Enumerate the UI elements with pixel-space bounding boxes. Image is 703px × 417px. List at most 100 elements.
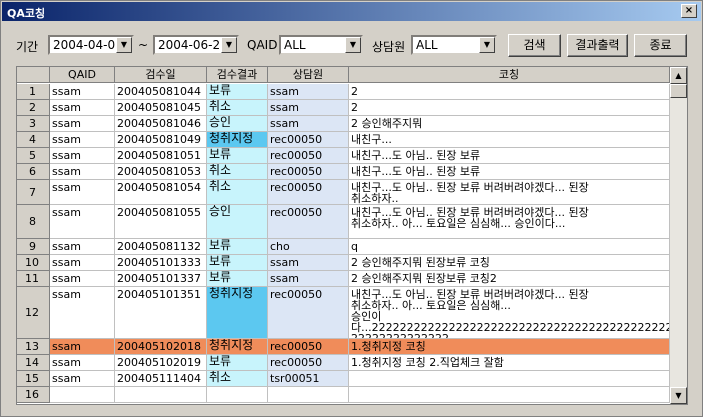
- cell-agent[interactable]: ssam: [268, 84, 349, 100]
- cell-date[interactable]: 200405101337: [115, 271, 207, 287]
- cell-result[interactable]: 승인: [207, 116, 268, 132]
- cell-result[interactable]: [207, 387, 268, 403]
- cell-date[interactable]: 200405081055: [115, 205, 207, 239]
- cell-result[interactable]: 청취지정: [207, 339, 268, 355]
- cell-agent[interactable]: rec00050: [268, 355, 349, 371]
- cell-qaid[interactable]: ssam: [50, 164, 115, 180]
- cell-qaid[interactable]: [50, 387, 115, 403]
- cell-result[interactable]: 취소: [207, 180, 268, 205]
- cell-agent[interactable]: ssam: [268, 116, 349, 132]
- cell-result[interactable]: 취소: [207, 100, 268, 116]
- cell-date[interactable]: 200405101333: [115, 255, 207, 271]
- row-header[interactable]: 15: [17, 371, 50, 387]
- dropdown-arrow-icon[interactable]: ▼: [479, 37, 495, 53]
- coaching-grid[interactable]: QAID 검수일 검수결과 상담원 코칭 1 ssam 200405081044 보류…: [16, 66, 688, 405]
- cell-coaching[interactable]: [349, 387, 670, 403]
- row-header[interactable]: 14: [17, 355, 50, 371]
- cell-coaching[interactable]: 2: [349, 100, 670, 116]
- date-to-select[interactable]: 2004-06-22 ▼: [153, 35, 239, 55]
- row-header[interactable]: 5: [17, 148, 50, 164]
- dropdown-arrow-icon[interactable]: ▼: [221, 37, 237, 53]
- close-button[interactable]: ×: [681, 4, 697, 18]
- cell-qaid[interactable]: ssam: [50, 148, 115, 164]
- cell-qaid[interactable]: ssam: [50, 287, 115, 339]
- row-header[interactable]: 3: [17, 116, 50, 132]
- cell-coaching[interactable]: 1.청취지정 코칭 2.직업체크 잘함: [349, 355, 670, 371]
- cell-qaid[interactable]: ssam: [50, 205, 115, 239]
- row-header[interactable]: 13: [17, 339, 50, 355]
- cell-coaching[interactable]: 내친구...도 아님.. 된장 보류: [349, 148, 670, 164]
- column-header-agent[interactable]: 상담원: [268, 67, 349, 83]
- scroll-up-icon[interactable]: ▲: [670, 67, 687, 84]
- column-header-coaching[interactable]: 코칭: [349, 67, 670, 83]
- cell-agent[interactable]: [268, 387, 349, 403]
- cell-result[interactable]: 취소: [207, 371, 268, 387]
- cell-date[interactable]: 200405101351: [115, 287, 207, 339]
- cell-coaching[interactable]: 내친구...도 아님.. 된장 보류 버려버려야겠다... 된장 취소하자.. …: [349, 287, 670, 339]
- row-header[interactable]: 6: [17, 164, 50, 180]
- cell-date[interactable]: 200405081053: [115, 164, 207, 180]
- cell-agent[interactable]: ssam: [268, 100, 349, 116]
- vertical-scrollbar[interactable]: ▲ ▼: [670, 67, 687, 404]
- cell-agent[interactable]: rec00050: [268, 339, 349, 355]
- row-header[interactable]: 9: [17, 239, 50, 255]
- cell-result[interactable]: 보류: [207, 239, 268, 255]
- cell-result[interactable]: 승인: [207, 205, 268, 239]
- cell-agent[interactable]: ssam: [268, 271, 349, 287]
- cell-date[interactable]: [115, 387, 207, 403]
- qaid-select[interactable]: ALL ▼: [279, 35, 363, 55]
- row-header[interactable]: 1: [17, 84, 50, 100]
- cell-date[interactable]: 200405081132: [115, 239, 207, 255]
- date-from-select[interactable]: 2004-04-01 ▼: [48, 35, 134, 55]
- dropdown-arrow-icon[interactable]: ▼: [116, 37, 132, 53]
- row-header[interactable]: 16: [17, 387, 50, 403]
- cell-qaid[interactable]: ssam: [50, 239, 115, 255]
- cell-date[interactable]: 200405102019: [115, 355, 207, 371]
- row-header[interactable]: 11: [17, 271, 50, 287]
- row-header[interactable]: 7: [17, 180, 50, 205]
- dropdown-arrow-icon[interactable]: ▼: [345, 37, 361, 53]
- cell-result[interactable]: 청취지정: [207, 132, 268, 148]
- cell-agent[interactable]: rec00050: [268, 132, 349, 148]
- column-header-qaid[interactable]: QAID: [50, 67, 115, 83]
- cell-coaching[interactable]: 2 승인해주지뭐 된장보류 코칭2: [349, 271, 670, 287]
- column-header-date[interactable]: 검수일: [115, 67, 207, 83]
- cell-coaching[interactable]: 2 승인해주지뭐 된장보류 코칭: [349, 255, 670, 271]
- cell-qaid[interactable]: ssam: [50, 116, 115, 132]
- cell-qaid[interactable]: ssam: [50, 355, 115, 371]
- exit-button[interactable]: 종료: [634, 34, 687, 57]
- cell-result[interactable]: 보류: [207, 84, 268, 100]
- row-header[interactable]: 8: [17, 205, 50, 239]
- cell-agent[interactable]: rec00050: [268, 287, 349, 339]
- row-header[interactable]: 2: [17, 100, 50, 116]
- cell-qaid[interactable]: ssam: [50, 180, 115, 205]
- cell-agent[interactable]: rec00050: [268, 164, 349, 180]
- cell-coaching[interactable]: [349, 371, 670, 387]
- cell-result[interactable]: 보류: [207, 148, 268, 164]
- cell-agent[interactable]: tsr00051: [268, 371, 349, 387]
- cell-coaching[interactable]: 1.청취지정 코칭: [349, 339, 670, 355]
- print-results-button[interactable]: 결과출력: [567, 34, 628, 57]
- cell-result[interactable]: 취소: [207, 164, 268, 180]
- cell-result[interactable]: 청취지정: [207, 287, 268, 339]
- cell-result[interactable]: 보류: [207, 255, 268, 271]
- cell-coaching[interactable]: 내친구...도 아님.. 된장 보류: [349, 164, 670, 180]
- row-header[interactable]: 10: [17, 255, 50, 271]
- cell-date[interactable]: 200405111404: [115, 371, 207, 387]
- cell-coaching[interactable]: 내친구...도 아님.. 된장 보류 버려버려야겠다... 된장 취소하자.. …: [349, 205, 670, 239]
- title-bar[interactable]: QA코칭 ×: [2, 2, 701, 21]
- cell-qaid[interactable]: ssam: [50, 100, 115, 116]
- cell-agent[interactable]: cho: [268, 239, 349, 255]
- cell-coaching[interactable]: 내친구...: [349, 132, 670, 148]
- cell-result[interactable]: 보류: [207, 271, 268, 287]
- column-header-result[interactable]: 검수결과: [207, 67, 268, 83]
- cell-coaching[interactable]: 2: [349, 84, 670, 100]
- cell-date[interactable]: 200405102018: [115, 339, 207, 355]
- cell-qaid[interactable]: ssam: [50, 339, 115, 355]
- cell-date[interactable]: 200405081051: [115, 148, 207, 164]
- cell-result[interactable]: 보류: [207, 355, 268, 371]
- scroll-thumb[interactable]: [670, 84, 687, 98]
- cell-qaid[interactable]: ssam: [50, 271, 115, 287]
- cell-agent[interactable]: ssam: [268, 255, 349, 271]
- cell-qaid[interactable]: ssam: [50, 255, 115, 271]
